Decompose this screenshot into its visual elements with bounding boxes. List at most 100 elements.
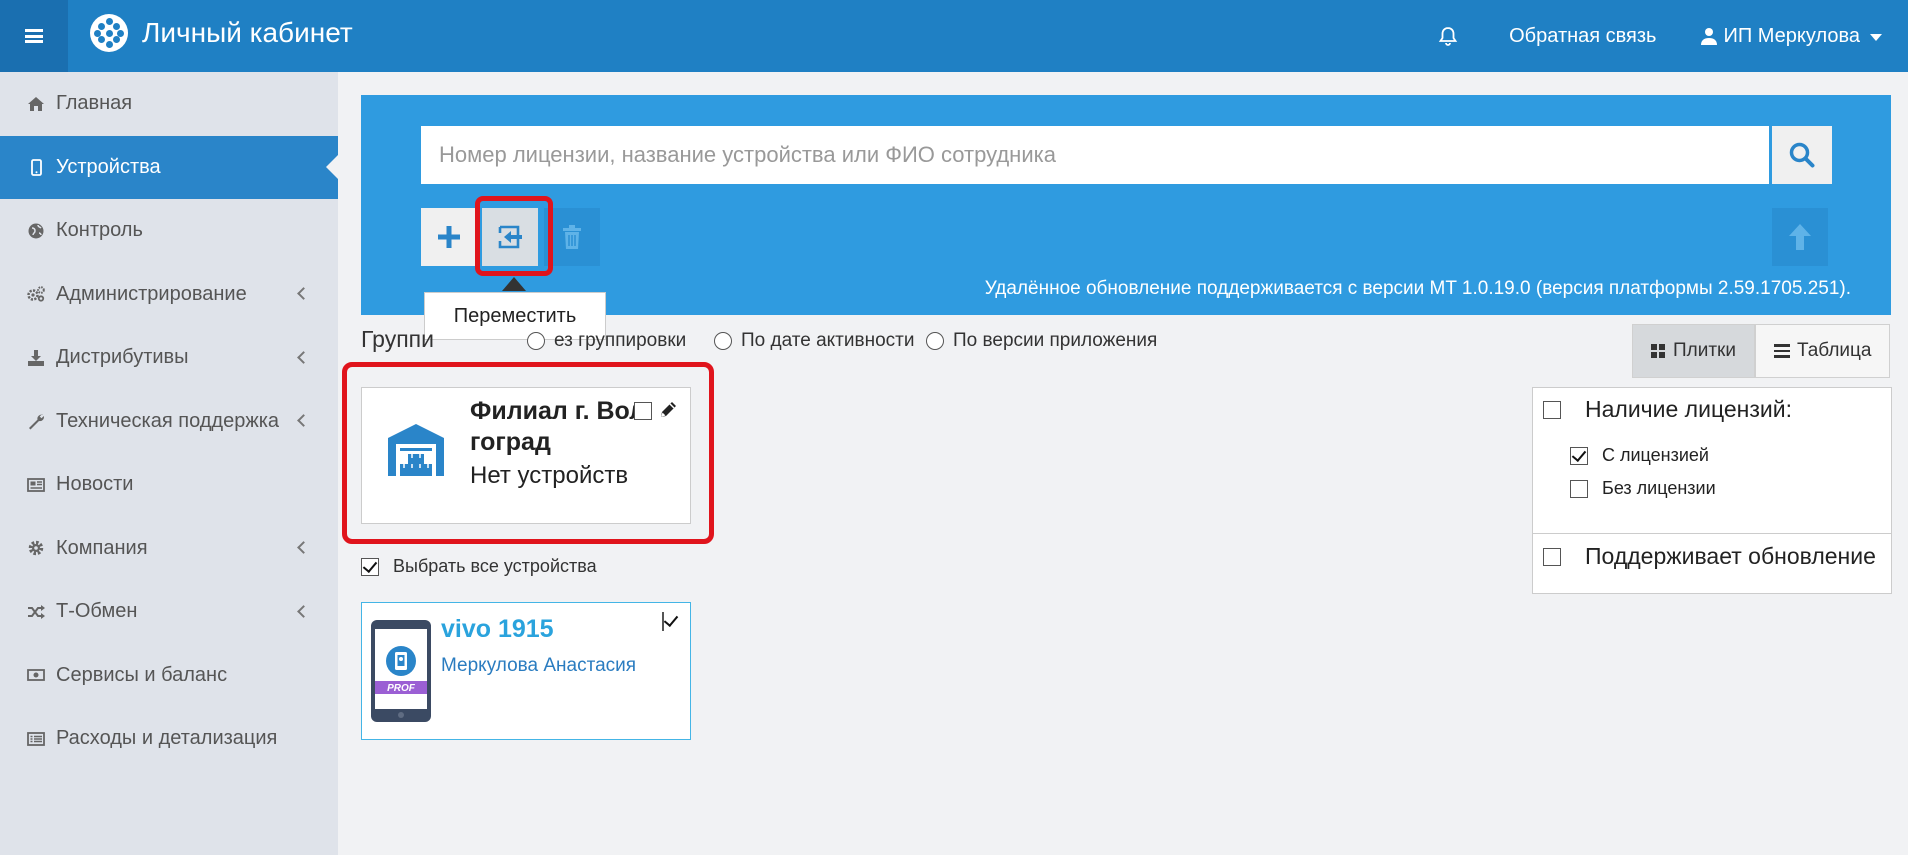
sidebar-item-control[interactable]: Контроль xyxy=(0,199,338,263)
radio-button[interactable] xyxy=(527,332,545,350)
chevron-left-icon xyxy=(297,350,310,364)
table-view-button[interactable]: Таблица xyxy=(1754,324,1891,378)
wrench-icon xyxy=(26,412,46,430)
license-filter-checkbox[interactable] xyxy=(1543,400,1561,419)
license-filter-header[interactable]: Наличие лицензий: xyxy=(1543,396,1792,423)
group-title-line2: гоград xyxy=(470,428,551,456)
top-bar: Личный кабинет Обратная связь ИП Меркуло… xyxy=(0,0,1908,72)
tiles-view-button[interactable]: Плитки xyxy=(1632,324,1755,378)
search-button[interactable] xyxy=(1772,126,1832,184)
tooltip-arrow xyxy=(502,277,526,291)
device-user[interactable]: Меркулова Анастасия xyxy=(441,655,636,677)
sidebar-item-label: Администрирование xyxy=(56,282,247,305)
sidebar-item-devices[interactable]: Устройства xyxy=(0,135,338,199)
gear-icon xyxy=(26,539,46,557)
device-card[interactable]: PROF vivo 1915 Меркулова Анастасия xyxy=(361,602,691,740)
move-button-highlight xyxy=(475,196,553,276)
filter-with-license[interactable]: С лицензией xyxy=(1570,445,1709,466)
group-card[interactable]: Филиал г. Вол гоград Нет устройств xyxy=(361,387,691,524)
sidebar-item-home[interactable]: Главная xyxy=(0,72,338,136)
chevron-left-icon xyxy=(297,541,310,555)
mobile-device-icon: PROF xyxy=(370,619,432,728)
license-filter-title: Наличие лицензий: xyxy=(1585,396,1792,422)
filter-panel: Наличие лицензий: С лицензией Без лиценз… xyxy=(1532,387,1892,594)
warehouse-icon xyxy=(386,422,446,483)
chevron-down-icon xyxy=(1870,34,1882,41)
shuffle-icon xyxy=(26,603,46,621)
sidebar-item-expenses[interactable]: Расходы и детализация xyxy=(0,707,338,771)
view-toggle: Плитки Таблица xyxy=(1632,324,1891,378)
sidebar-item-label: Дистрибутивы xyxy=(56,346,189,369)
grouping-option-app-version[interactable]: По версии приложения xyxy=(926,330,1157,352)
list-icon xyxy=(1773,344,1790,358)
radio-label: По дате активности xyxy=(741,330,915,351)
chevron-left-icon xyxy=(297,414,310,428)
gears-icon xyxy=(26,285,46,303)
chevron-left-icon xyxy=(297,287,310,301)
divider xyxy=(1533,533,1891,534)
sidebar-item-label: Техническая поддержка xyxy=(56,409,280,432)
remote-update-button[interactable] xyxy=(1772,208,1828,266)
radio-button[interactable] xyxy=(714,332,732,350)
sidebar-item-services-balance[interactable]: Сервисы и баланс xyxy=(0,644,338,708)
user-icon xyxy=(1701,27,1718,45)
select-all-checkbox[interactable] xyxy=(361,557,379,576)
pencil-icon[interactable] xyxy=(658,400,678,425)
filter-without-license[interactable]: Без лицензии xyxy=(1570,478,1716,499)
grouping-label: Группи xyxy=(361,326,434,352)
sidebar-item-label: Компания xyxy=(56,536,148,559)
device-name[interactable]: vivo 1915 xyxy=(441,615,554,644)
money-icon xyxy=(26,666,46,684)
app-title: Личный кабинет xyxy=(142,17,353,48)
table-label: Таблица xyxy=(1796,340,1872,361)
device-checkbox[interactable] xyxy=(662,612,664,631)
group-checkbox[interactable] xyxy=(634,402,652,420)
feedback-link[interactable]: Обратная связь xyxy=(1509,25,1656,48)
add-device-button[interactable] xyxy=(421,208,477,266)
bell-icon[interactable] xyxy=(1437,25,1459,47)
select-all-devices[interactable]: Выбрать все устройства xyxy=(361,556,597,577)
user-name: ИП Меркулова xyxy=(1723,24,1860,47)
trash-icon xyxy=(563,225,581,249)
update-filter[interactable]: Поддерживает обновление xyxy=(1543,543,1876,570)
sidebar-item-news[interactable]: Новости xyxy=(0,453,338,517)
radio-button[interactable] xyxy=(926,332,944,350)
without-license-checkbox[interactable] xyxy=(1570,479,1588,498)
update-note: Удалённое обновление поддерживается с ве… xyxy=(984,278,1851,299)
radio-label: ез группировки xyxy=(554,330,687,351)
with-license-checkbox[interactable] xyxy=(1570,446,1588,465)
grouping-option-none[interactable]: ез группировки xyxy=(527,330,686,352)
chevron-left-icon xyxy=(297,604,310,618)
sidebar-item-t-exchange[interactable]: Т-Обмен xyxy=(0,580,338,644)
sidebar-item-support[interactable]: Техническая поддержка xyxy=(0,390,338,454)
menu-toggle-button[interactable] xyxy=(0,0,68,72)
globe-icon xyxy=(26,222,46,240)
sidebar-item-label: Т-Обмен xyxy=(56,600,138,623)
without-license-label: Без лицензии xyxy=(1602,478,1716,498)
search-icon xyxy=(1789,142,1815,168)
update-filter-checkbox[interactable] xyxy=(1543,547,1561,566)
device-checkbox-box[interactable] xyxy=(662,612,664,631)
home-icon xyxy=(26,95,46,113)
with-license-label: С лицензией xyxy=(1602,445,1709,465)
mobile-icon xyxy=(26,158,46,176)
sidebar-item-administration[interactable]: Администрирование xyxy=(0,263,338,327)
brand[interactable]: Личный кабинет xyxy=(90,14,353,52)
sidebar-item-label: Расходы и детализация xyxy=(56,727,278,750)
newspaper-icon xyxy=(26,476,46,494)
tiles-label: Плитки xyxy=(1673,340,1736,361)
brand-logo-icon xyxy=(90,14,128,52)
grouping-option-activity-date[interactable]: По дате активности xyxy=(714,330,914,352)
search-panel: Номер лицензии, название устройства или … xyxy=(361,95,1891,315)
sidebar-item-label: Контроль xyxy=(56,219,143,242)
sidebar-item-distributions[interactable]: Дистрибутивы xyxy=(0,326,338,390)
update-filter-title: Поддерживает обновление xyxy=(1585,543,1876,569)
user-menu[interactable]: ИП Меркулова xyxy=(1701,25,1882,48)
search-input[interactable]: Номер лицензии, название устройства или … xyxy=(421,126,1769,184)
th-large-icon xyxy=(1651,343,1666,359)
list-alt-icon xyxy=(26,730,46,748)
sidebar-item-label: Главная xyxy=(56,92,133,115)
sidebar-item-company[interactable]: Компания xyxy=(0,517,338,581)
group-device-count: Нет устройств xyxy=(470,462,629,489)
sidebar-item-label: Новости xyxy=(56,473,134,496)
